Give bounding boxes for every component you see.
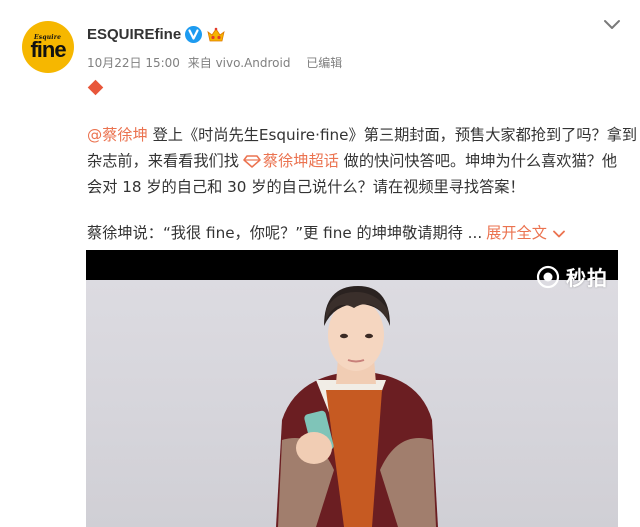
post-line: 会对 18 岁的自己和 30 岁的自己说什么？请在视频里寻找答案！ bbox=[87, 174, 632, 200]
chevron-down-icon[interactable] bbox=[553, 230, 565, 238]
avatar-logo-text: fine bbox=[30, 37, 66, 62]
miaopai-logo-icon bbox=[536, 265, 560, 288]
watermark-text: 秒拍 bbox=[566, 266, 608, 290]
chevron-down-icon[interactable] bbox=[603, 18, 621, 32]
topic-link[interactable]: 蔡徐坤超话 bbox=[263, 152, 339, 170]
person-figure bbox=[276, 286, 438, 527]
post-body: @蔡徐坤 登上《时尚先生Esquire·fine》第三期封面，预售大家都抢到了吗… bbox=[87, 122, 637, 200]
post-quote-line: 蔡徐坤说：“我很 fine，你呢？”更 fine 的坤坤敬请期待 ... 展开全文 bbox=[87, 220, 565, 246]
post-line: @蔡徐坤 登上《时尚先生Esquire·fine》第三期封面，预售大家都抢到了吗… bbox=[87, 122, 637, 148]
post-text-segment: 杂志前，来看看我们找 bbox=[87, 152, 239, 170]
video-player[interactable]: 秒拍 bbox=[86, 250, 618, 527]
author-avatar[interactable]: Esquire fine bbox=[22, 21, 74, 73]
post-source: 来自 vivo.Android bbox=[187, 56, 291, 70]
edited-label[interactable]: 已编辑 bbox=[306, 56, 342, 70]
post-meta: 10月22日 15:00 来自 vivo.Android 已编辑 bbox=[87, 54, 346, 71]
expand-full-text-link[interactable]: 展开全文 bbox=[486, 224, 547, 242]
post-date[interactable]: 10月22日 15:00 bbox=[87, 56, 180, 70]
post-text-segment: 会对 18 岁的自己和 30 岁的自己说什么？请在视频里寻找答案！ bbox=[87, 178, 525, 196]
topic-diamond-icon bbox=[243, 155, 261, 168]
mention-link[interactable]: @蔡徐坤 bbox=[87, 126, 148, 144]
post-text-segment: 做的快问快答吧。坤坤为什么喜欢猫？他 bbox=[338, 152, 618, 170]
author-name[interactable]: ESQUIREfine bbox=[87, 26, 181, 43]
video-frame bbox=[86, 280, 618, 527]
post-text-segment: 登上《时尚先生Esquire·fine》第三期封面，预售大家都抢到了吗？拿到 bbox=[147, 126, 638, 144]
quote-text: 蔡徐坤说：“我很 fine，你呢？”更 fine 的坤坤敬请期待 ... bbox=[87, 224, 483, 242]
member-diamond-icon bbox=[87, 79, 104, 96]
verified-badge-icon bbox=[185, 26, 202, 43]
video-watermark: 秒拍 bbox=[536, 262, 608, 291]
vip-crown-icon[interactable] bbox=[206, 26, 226, 44]
post-line: 杂志前，来看看我们找 蔡徐坤超话 做的快问快答吧。坤坤为什么喜欢猫？他 bbox=[87, 148, 632, 174]
